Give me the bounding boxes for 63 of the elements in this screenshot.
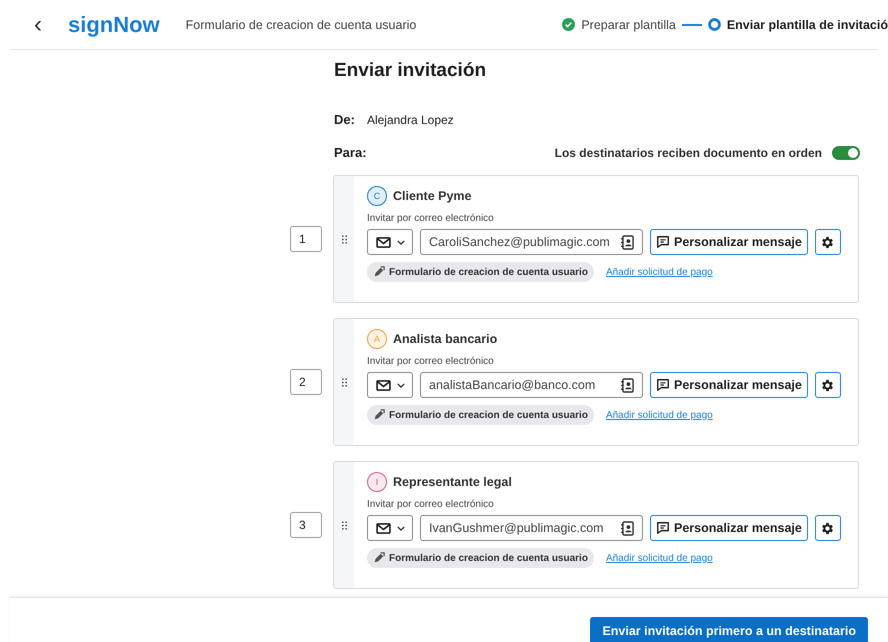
recipient-avatar: C (367, 186, 387, 206)
email-field[interactable]: CaroliSanchez@publimagic.com (420, 229, 643, 255)
contacts-icon[interactable] (621, 378, 634, 392)
invite-label: Invitar por correo electrónico (367, 213, 495, 224)
speech-bubble-icon (656, 378, 670, 392)
recipient-avatar: A (367, 329, 387, 349)
document-title: Formulario de creacion de cuenta usuario (186, 18, 416, 32)
logo: signNow (68, 12, 160, 38)
settings-icon (820, 520, 836, 536)
settings-icon (820, 378, 836, 392)
drag-handle-icon[interactable] (342, 234, 346, 244)
order-label: Los destinatarios reciben documento en orden (554, 146, 822, 160)
settings-button[interactable] (814, 372, 841, 398)
settings-button[interactable] (814, 229, 841, 255)
drag-handle-icon[interactable] (342, 520, 346, 530)
page-title: Enviar invitación (334, 60, 488, 83)
sender-name: Alejandra Lopez (366, 112, 454, 126)
delivery-method-dropdown[interactable] (367, 229, 413, 255)
envelope-icon (376, 380, 390, 390)
email-field[interactable]: IvanGushmer@publimagic.com (420, 515, 643, 541)
order-toggle[interactable] (832, 146, 860, 160)
add-payment-link[interactable]: Añadir solicitud de pago (606, 266, 713, 278)
invite-label: Invitar por correo electrónico (367, 356, 495, 367)
delivery-method-dropdown[interactable] (367, 372, 413, 398)
invite-label: Invitar por correo electrónico (367, 499, 495, 510)
back-button[interactable]: ‹ (34, 12, 42, 36)
send-invitation-button[interactable]: Enviar invitación primero a un destinatario (590, 617, 868, 642)
caret-icon (396, 526, 404, 530)
drag-handle-icon[interactable] (342, 378, 346, 386)
delivery-method-dropdown[interactable] (367, 515, 413, 541)
email-field[interactable]: analistaBancario@banco.com (420, 372, 643, 398)
customize-message-button[interactable]: Personalizar mensaje (650, 515, 808, 541)
customize-message-button[interactable]: Personalizar mensaje (650, 372, 808, 398)
step-label: Preparar plantilla (581, 18, 676, 32)
contacts-icon[interactable] (621, 520, 634, 536)
settings-button[interactable] (814, 515, 841, 541)
caret-icon (396, 382, 404, 388)
speech-bubble-icon (656, 521, 670, 535)
order-field[interactable]: 1 (290, 226, 322, 252)
add-payment-link[interactable]: Añadir solicitud de pago (606, 552, 713, 564)
add-payment-link[interactable]: Añadir solicitud de pago (606, 410, 713, 420)
recipient-role: Representante legal (393, 475, 512, 489)
order-field[interactable]: 2 (290, 369, 322, 395)
recipient-role: Analista bancario (393, 332, 498, 346)
document-chip: Formulario de creacion de cuenta usuario (367, 262, 594, 282)
customize-message-button[interactable]: Personalizar mensaje (650, 229, 808, 255)
from-label: De: (334, 112, 355, 127)
speech-bubble-icon (656, 235, 670, 249)
contacts-icon[interactable] (621, 234, 634, 250)
pen-icon (373, 552, 385, 564)
document-chip: Formulario de creacion de cuenta usuario (367, 548, 594, 568)
step-label: Enviar plantilla de invitació (726, 18, 888, 32)
to-label: Para: (334, 145, 367, 160)
caret-icon (396, 240, 404, 244)
envelope-icon (376, 522, 390, 534)
recipient-avatar: I (367, 472, 387, 492)
pen-icon (373, 409, 385, 421)
settings-icon (820, 234, 836, 250)
document-chip: Formulario de creacion de cuenta usuario (367, 405, 594, 425)
order-field[interactable]: 3 (290, 512, 322, 538)
envelope-icon (376, 236, 390, 248)
pen-icon (373, 266, 385, 278)
recipient-role: Cliente Pyme (393, 189, 472, 203)
